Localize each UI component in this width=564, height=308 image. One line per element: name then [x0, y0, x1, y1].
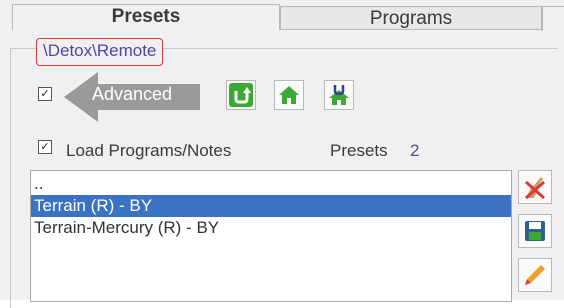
tab-strip-edge: [542, 6, 564, 31]
save-button[interactable]: [518, 214, 552, 248]
tab-presets[interactable]: Presets: [12, 4, 280, 30]
home-button[interactable]: [274, 80, 304, 110]
presets-count-label: Presets: [330, 141, 388, 160]
delete-button[interactable]: [518, 170, 552, 204]
broom-delete-icon: [525, 177, 545, 200]
tab-bar: Presets Programs: [0, 0, 564, 31]
list-item[interactable]: Terrain-Mercury (R) - BY: [31, 217, 511, 239]
save-disk-icon: [525, 221, 545, 241]
advanced-label: Advanced: [92, 84, 173, 104]
tab-programs[interactable]: Programs: [280, 6, 542, 30]
pencil-edit-icon: [525, 265, 545, 285]
home-u-icon: [329, 85, 349, 105]
refresh-button[interactable]: [226, 80, 256, 110]
advanced-checkbox[interactable]: ✓: [38, 87, 52, 101]
home-u-button[interactable]: [324, 80, 354, 110]
edit-button[interactable]: [518, 258, 552, 292]
list-item-selected[interactable]: Terrain (R) - BY: [31, 195, 511, 217]
refresh-icon: [229, 83, 253, 107]
list-item[interactable]: ..: [31, 173, 511, 195]
presets-count-value: 2: [410, 141, 420, 160]
home-icon: [279, 86, 299, 104]
current-path-label: \Detox\Remote: [36, 38, 164, 66]
preset-list[interactable]: .. Terrain (R) - BY Terrain-Mercury (R) …: [30, 170, 512, 302]
presets-panel: Presets Programs \Detox\Remote ✓ Advance…: [0, 0, 564, 308]
load-programs-label: Load Programs/Notes: [66, 141, 232, 160]
load-programs-checkbox[interactable]: ✓: [38, 140, 52, 154]
